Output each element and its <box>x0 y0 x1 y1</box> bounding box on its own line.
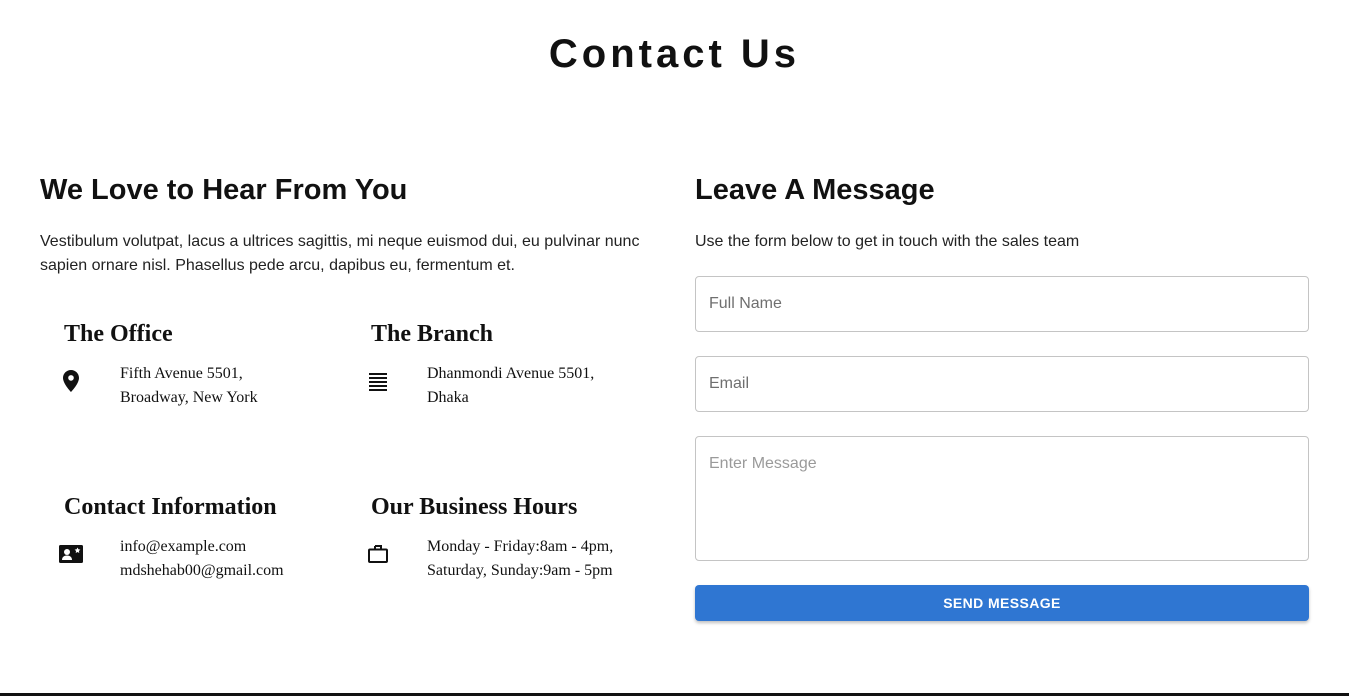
page-title: Contact Us <box>548 32 801 76</box>
info-description: Vestibulum volutpat, lacus a ultrices sa… <box>40 233 640 274</box>
office-address: Fifth Avenue 5501, Broadway, New York <box>120 362 258 410</box>
contact-card-icon <box>58 541 84 567</box>
map-pin-icon <box>58 368 84 394</box>
send-message-button[interactable]: SEND MESSAGE <box>695 585 1309 621</box>
branch-address: Dhanmondi Avenue 5501, Dhaka <box>427 362 594 410</box>
briefcase-icon <box>365 541 391 567</box>
contact-info-lines: info@example.com mdshehab00@gmail.com <box>120 535 284 583</box>
contact-email-2: mdshehab00@gmail.com <box>120 562 284 579</box>
branch-title: The Branch <box>371 321 494 347</box>
business-hours-lines: Monday - Friday:8am - 4pm, Saturday, Sun… <box>427 535 613 583</box>
message-textarea[interactable] <box>695 436 1309 561</box>
business-hours-row: Monday - Friday:8am - 4pm, Saturday, Sun… <box>368 535 661 583</box>
office-row: Fifth Avenue 5501, Broadway, New York <box>63 362 354 410</box>
contact-info-title: Contact Information <box>64 494 277 520</box>
message-section: Leave A Message Use the form below to ge… <box>695 172 1309 621</box>
branch-row: Dhanmondi Avenue 5501, Dhaka <box>369 362 661 410</box>
business-hours-title: Our Business Hours <box>371 494 578 520</box>
office-title: The Office <box>64 321 173 347</box>
contact-email-1: info@example.com <box>120 538 247 555</box>
message-heading: Leave A Message <box>695 174 935 206</box>
email-input[interactable] <box>695 356 1309 412</box>
align-lines-icon <box>365 368 391 394</box>
info-heading: We Love to Hear From You <box>40 174 408 206</box>
business-hours-block: Our Business Hours Monday - Friday:8am -… <box>368 493 661 583</box>
hours-weekdays: Monday - Friday:8am - 4pm, <box>427 538 614 555</box>
info-grid: The Office Fifth Avenue 5501, Broadway, … <box>59 320 664 600</box>
full-name-input[interactable] <box>695 276 1309 332</box>
office-line-1: Fifth Avenue 5501, <box>120 365 243 382</box>
office-block: The Office Fifth Avenue 5501, Broadway, … <box>63 320 354 410</box>
branch-block: The Branch Dhanmondi Avenue 5501, Dhaka <box>369 320 661 410</box>
message-description: Use the form below to get in touch with … <box>695 233 1080 250</box>
contact-info-row: info@example.com mdshehab00@gmail.com <box>59 535 354 583</box>
info-section: We Love to Hear From You Vestibulum volu… <box>40 172 660 579</box>
hours-weekend: Saturday, Sunday:9am - 5pm <box>427 562 613 579</box>
contact-page: Contact Us We Love to Hear From You Vest… <box>0 0 1349 696</box>
contact-info-block: Contact Information info@example.com mds… <box>59 493 354 583</box>
office-line-2: Broadway, New York <box>120 389 258 406</box>
branch-line-2: Dhaka <box>427 389 469 406</box>
branch-line-1: Dhanmondi Avenue 5501, <box>427 365 595 382</box>
